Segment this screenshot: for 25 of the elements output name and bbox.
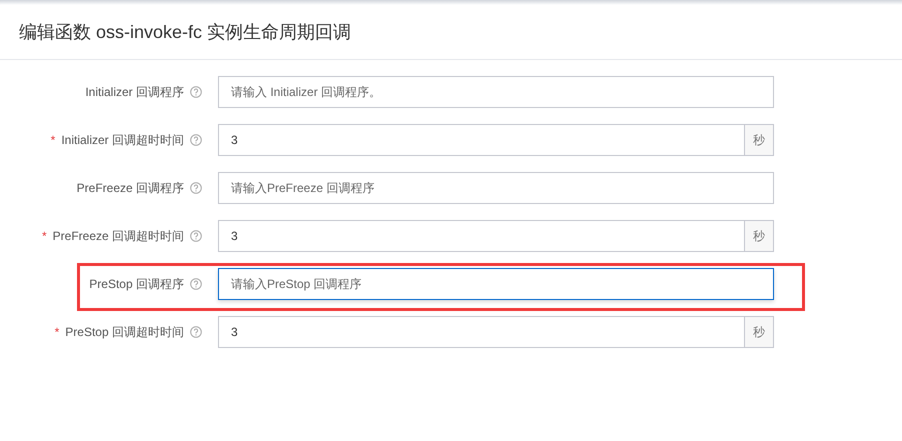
help-icon[interactable] [190, 326, 202, 338]
required-mark: * [42, 228, 47, 245]
help-icon[interactable] [190, 230, 202, 242]
input-field[interactable]: 请输入PreFreeze 回调程序 [218, 172, 774, 204]
help-icon[interactable] [190, 182, 202, 194]
field-label: Initializer 回调程序 [85, 84, 184, 101]
field-label: PreStop 回调程序 [89, 276, 184, 293]
help-icon[interactable] [190, 86, 202, 98]
field-label: PreFreeze 回调超时时间 [52, 228, 184, 245]
input-field[interactable]: 3 [218, 220, 744, 252]
unit-addon: 秒 [744, 220, 774, 252]
input-field[interactable]: 3 [218, 316, 744, 348]
required-mark: * [54, 324, 60, 341]
field-label: PreStop 回调超时时间 [65, 324, 184, 341]
unit-addon: 秒 [744, 316, 774, 348]
input-field[interactable]: 3 [218, 124, 744, 156]
required-mark: * [50, 132, 56, 149]
field-label: Initializer 回调超时时间 [61, 132, 184, 149]
help-icon[interactable] [190, 134, 202, 146]
help-icon[interactable] [190, 278, 202, 290]
input-field[interactable]: 请输入PreStop 回调程序 [218, 268, 774, 300]
unit-addon: 秒 [744, 124, 774, 156]
field-label: PreFreeze 回调程序 [76, 180, 184, 197]
page-title: 编辑函数 oss-invoke-fc 实例生命周期回调 [19, 20, 352, 44]
input-field[interactable]: 请输入 Initializer 回调程序。 [218, 76, 774, 108]
